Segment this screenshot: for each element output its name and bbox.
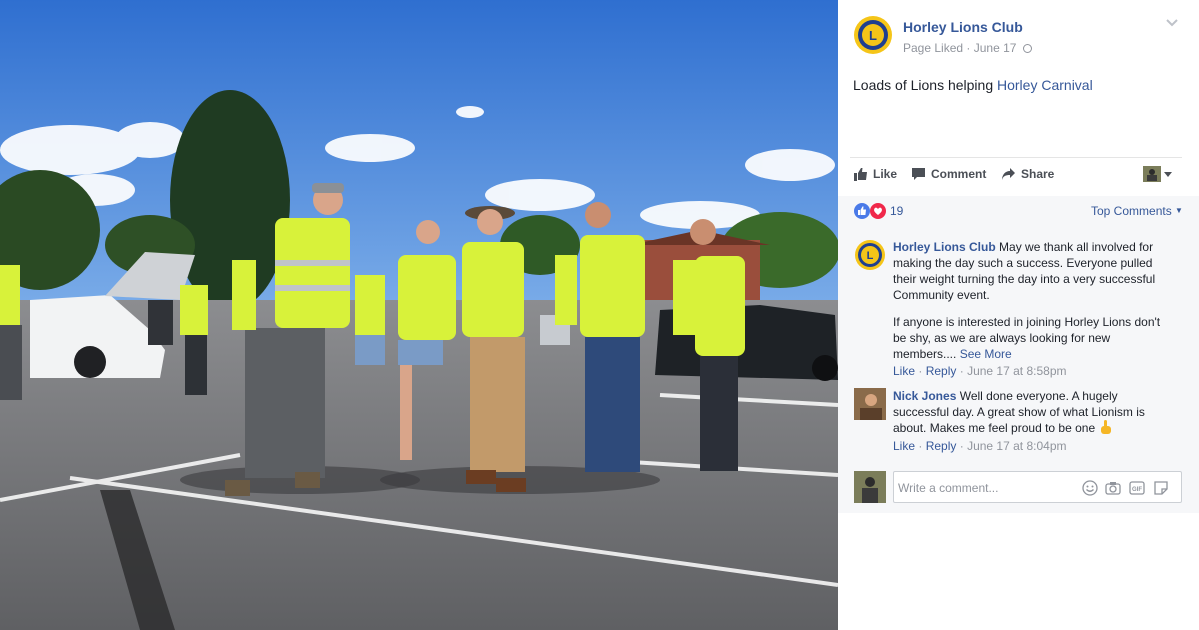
comment-input-placeholder: Write a comment... xyxy=(898,481,999,495)
composer-avatar xyxy=(854,471,886,503)
viewer-avatar-icon[interactable] xyxy=(1143,166,1161,182)
horley-carnival-link[interactable]: Horley Carnival xyxy=(997,77,1093,93)
gif-icon[interactable]: GIF xyxy=(1129,480,1145,496)
top-comments-sort[interactable]: Top Comments ▼ xyxy=(1091,204,1183,218)
see-more-link[interactable]: See More xyxy=(960,347,1012,361)
comment-reply-link[interactable]: Reply xyxy=(926,439,957,453)
post-photo[interactable] xyxy=(0,0,838,630)
camera-icon[interactable] xyxy=(1105,480,1121,496)
svg-text:L: L xyxy=(869,28,877,43)
comment-2-meta: Like · Reply · June 17 at 8:04pm xyxy=(893,439,1067,453)
comment-avatar-nick-jones[interactable] xyxy=(854,388,886,420)
comment-1-more: If anyone is interested in joining Horle… xyxy=(893,314,1163,362)
thumbs-up-icon xyxy=(854,168,867,181)
lions-club-logo[interactable]: L xyxy=(853,15,893,55)
comment-input[interactable]: Write a comment... GIF xyxy=(893,471,1182,503)
chevron-down-icon[interactable] xyxy=(1165,18,1179,28)
divider xyxy=(850,157,1182,158)
post-text-body: Loads of Lions helping xyxy=(853,77,997,93)
share-button[interactable]: Share xyxy=(1001,166,1054,182)
comment-1: Horley Lions Club May we thank all invol… xyxy=(893,239,1163,303)
post-text: Loads of Lions helping Horley Carnival xyxy=(853,77,1093,93)
comment-avatar-lions-logo[interactable]: L xyxy=(854,239,886,271)
comment-1-meta: Like · Reply · June 17 at 8:58pm xyxy=(893,364,1067,378)
like-label: Like xyxy=(873,167,898,181)
sort-caret-icon: ▼ xyxy=(1175,206,1183,215)
comment-timestamp[interactable]: June 17 at 8:04pm xyxy=(967,439,1066,453)
like-reaction-icon[interactable] xyxy=(854,203,870,219)
carnival-photo-illustration xyxy=(0,0,838,630)
speech-bubble-icon xyxy=(912,168,925,180)
emoji-icon[interactable] xyxy=(1082,480,1098,496)
caret-down-icon[interactable] xyxy=(1164,172,1172,177)
pointing-up-emoji-icon xyxy=(1101,420,1112,434)
svg-text:L: L xyxy=(867,250,874,262)
comment-reply-link[interactable]: Reply xyxy=(926,364,957,378)
page-liked-label: Page Liked xyxy=(903,41,964,55)
comment-text-continued: If anyone is interested in joining Horle… xyxy=(893,315,1161,361)
comment-label: Comment xyxy=(931,167,987,181)
comment-author-link[interactable]: Nick Jones xyxy=(893,389,956,403)
public-globe-icon xyxy=(1022,44,1032,53)
like-button[interactable]: Like xyxy=(854,166,897,182)
love-reaction-icon[interactable] xyxy=(870,203,886,219)
comment-button[interactable]: Comment xyxy=(911,166,986,182)
svg-text:GIF: GIF xyxy=(1132,487,1142,493)
comment-author-link[interactable]: Horley Lions Club xyxy=(893,240,996,254)
post-date[interactable]: June 17 xyxy=(974,41,1017,55)
post-meta: Page Liked · June 17 xyxy=(903,41,1032,55)
share-label: Share xyxy=(1021,167,1055,181)
post-side-panel: L Horley Lions Club Page Liked · June 17… xyxy=(838,0,1199,630)
comment-like-link[interactable]: Like xyxy=(893,364,915,378)
reaction-count[interactable]: 19 xyxy=(890,204,903,218)
comment-like-link[interactable]: Like xyxy=(893,439,915,453)
comment-timestamp[interactable]: June 17 at 8:58pm xyxy=(967,364,1066,378)
page-name-link[interactable]: Horley Lions Club xyxy=(903,19,1023,35)
top-comments-label: Top Comments xyxy=(1091,204,1172,218)
share-arrow-icon xyxy=(1002,168,1015,180)
comment-2: Nick Jones Well done everyone. A hugely … xyxy=(893,388,1163,436)
sticker-icon[interactable] xyxy=(1153,480,1169,496)
